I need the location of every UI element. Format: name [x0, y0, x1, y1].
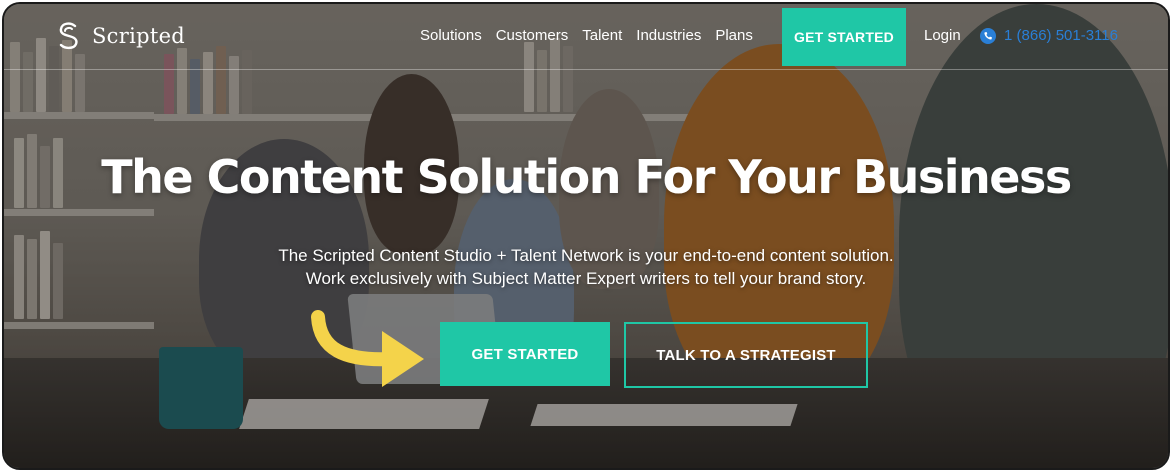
brand-logo[interactable]: Scripted	[56, 22, 185, 50]
curved-arrow-icon	[311, 310, 424, 387]
hero-title: The Content Solution For Your Business	[101, 150, 1072, 204]
nav-item-solutions[interactable]: Solutions	[420, 27, 482, 44]
phone-number: 1 (866) 501-3116	[1004, 27, 1118, 44]
brand-name: Scripted	[92, 24, 186, 48]
talk-to-strategist-button[interactable]: TALK TO A STRATEGIST	[624, 322, 868, 388]
main-nav: Solutions Customers Talent Industries Pl…	[420, 27, 753, 44]
hero-background-photo	[4, 4, 1168, 468]
phone-link[interactable]: 1 (866) 501-3116	[980, 27, 1118, 44]
nav-item-customers[interactable]: Customers	[496, 27, 569, 44]
scripted-logo-icon	[59, 22, 78, 50]
hero-subtitle-line: Work exclusively with Subject Matter Exp…	[305, 269, 867, 288]
browser-viewport: Scripted Solutions Customers Talent Indu…	[2, 2, 1170, 470]
site-header: Scripted Solutions Customers Talent Indu…	[4, 4, 1168, 70]
hero-subtitle: The Scripted Content Studio + Talent Net…	[4, 244, 1168, 290]
nav-item-talent[interactable]: Talent	[582, 27, 622, 44]
hero-get-started-button[interactable]: GET STARTED	[440, 322, 610, 386]
header-divider	[4, 69, 1168, 70]
nav-item-plans[interactable]: Plans	[715, 27, 753, 44]
hero-subtitle-line: The Scripted Content Studio + Talent Net…	[278, 246, 894, 265]
header-get-started-button[interactable]: GET STARTED	[782, 8, 906, 66]
phone-icon	[980, 27, 996, 44]
login-link[interactable]: Login	[924, 27, 961, 44]
nav-item-industries[interactable]: Industries	[636, 27, 701, 44]
